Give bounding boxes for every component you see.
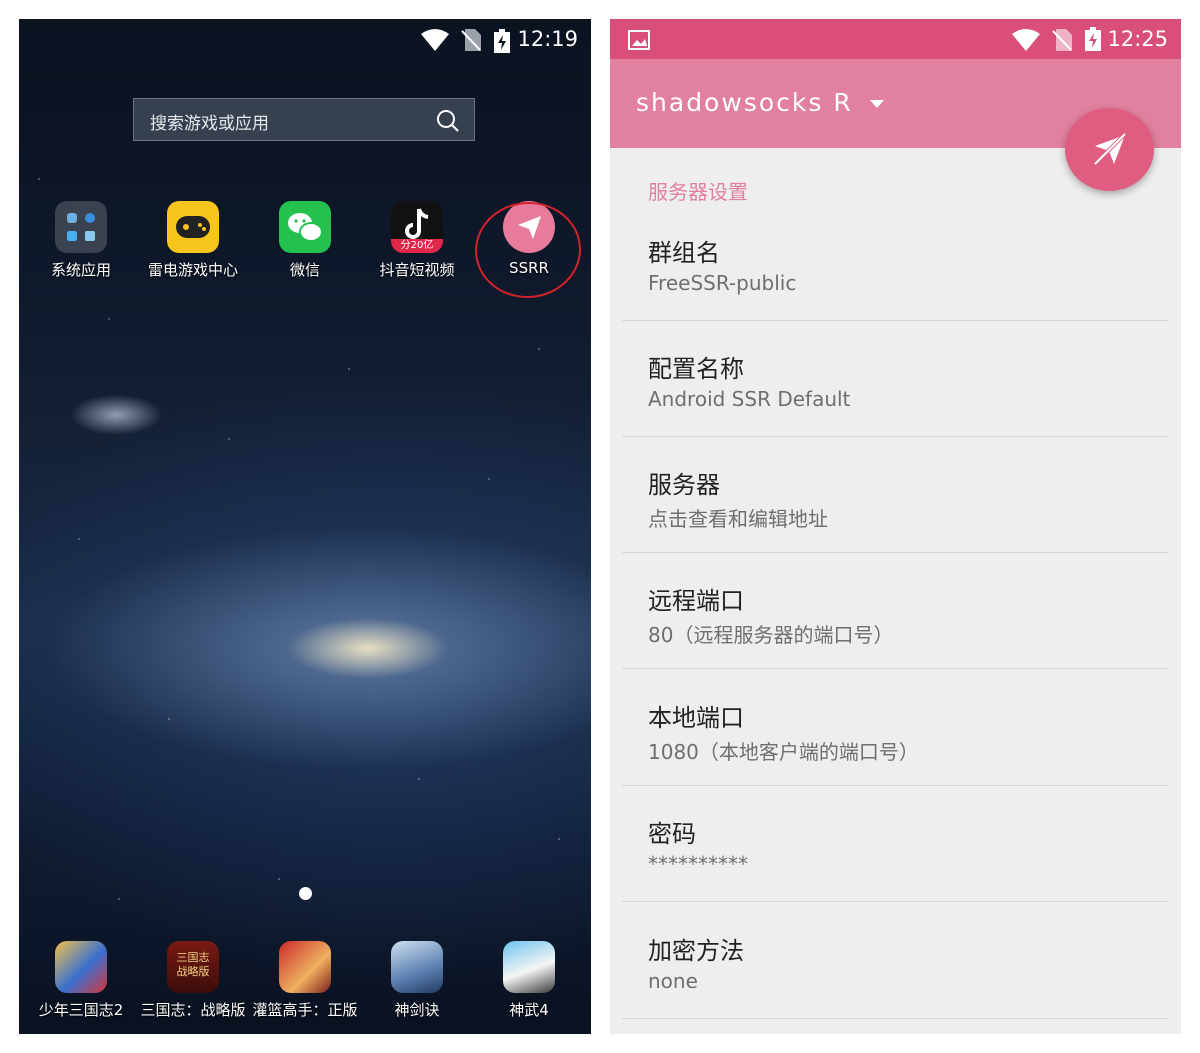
wifi-icon [1012,29,1040,51]
no-sim-icon [461,29,481,51]
no-sim-icon [1052,29,1072,51]
app-label: 少年三国志2 [38,1001,124,1019]
profile-selector[interactable]: shadowsocks R [636,88,853,117]
battery-charging-icon [1085,27,1101,51]
screenshot-icon [628,30,650,50]
search-bar[interactable]: 搜索游戏或应用 [133,98,475,141]
app-wechat[interactable]: 微信 [249,201,361,280]
game-icon [279,941,331,993]
app-label: 雷电游戏中心 [147,261,238,279]
pref-title: 群组名 [648,239,720,267]
system-apps-folder-icon [55,201,107,253]
pref-remote-port[interactable]: 远程端口 80（远程服务器的端口号） [622,553,1168,669]
search-placeholder: 搜索游戏或应用 [150,114,269,134]
pref-group-name[interactable]: 群组名 FreeSSR-public [622,205,1168,321]
pref-summary: 80（远程服务器的端口号） [648,623,894,647]
pref-profile-name[interactable]: 配置名称 Android SSR Default [622,321,1168,437]
dock-app-1[interactable]: 少年三国志2 [25,941,137,1020]
pref-summary: Android SSR Default [648,387,851,411]
app-label: 三国志：战略版 [140,1001,246,1019]
game-icon [503,941,555,993]
paper-plane-off-icon [1091,130,1129,168]
search-icon[interactable] [436,109,460,133]
tiktok-icon: 分20亿 [391,201,443,253]
pref-title: 密码 [648,820,696,848]
wifi-icon [421,29,449,51]
pref-title: 本地端口 [648,704,744,732]
sanguo-icon-mark: 三国志 战略版 [176,951,210,978]
wechat-icon [279,201,331,253]
game-icon: 三国志 战略版 [167,941,219,993]
pref-summary: none [648,969,698,993]
game-icon [391,941,443,993]
app-game-center[interactable]: 雷电游戏中心 [137,201,249,280]
wallpaper [19,19,591,1034]
pref-summary: 1080（本地客户端的端口号） [648,740,919,764]
app-label: 微信 [289,261,320,279]
dock-app-3[interactable]: 灌篮高手：正版 [249,941,361,1020]
app-system-apps[interactable]: 系统应用 [25,201,137,280]
pref-title: 加密方法 [648,937,744,965]
app-label: 神剑诀 [394,1001,440,1019]
dock-app-4[interactable]: 神剑诀 [361,941,473,1020]
app-label: 神武4 [509,1001,549,1019]
pref-title: 配置名称 [648,355,744,383]
app-label: 系统应用 [50,261,111,279]
pref-title: 服务器 [648,471,720,499]
page-indicator [299,887,312,900]
pref-summary: 点击查看和编辑地址 [648,507,828,531]
status-bar: 12:25 [610,19,1181,59]
dock-app-2[interactable]: 三国志 战略版 三国志：战略版 [137,941,249,1020]
pref-server[interactable]: 服务器 点击查看和编辑地址 [622,437,1168,553]
pref-local-port[interactable]: 本地端口 1080（本地客户端的端口号） [622,670,1168,786]
pref-summary: FreeSSR-public [648,271,797,295]
dock-app-5[interactable]: 神武4 [473,941,585,1020]
home-screen: 12:19 搜索游戏或应用 系统应用 雷电游戏中心 微信 分20亿 抖音短视频 [19,19,591,1034]
douyin-badge: 分20亿 [391,239,443,253]
app-douyin[interactable]: 分20亿 抖音短视频 [361,201,473,280]
app-label: 灌篮高手：正版 [252,1001,358,1019]
ssr-settings-screen: 12:25 shadowsocks R 服务器设置 群组名 FreeSSR-pu… [610,19,1181,1034]
status-time: 12:25 [1107,27,1168,51]
chevron-down-icon[interactable] [870,100,884,108]
gamepad-icon [167,201,219,253]
connect-fab-button[interactable] [1065,108,1154,191]
app-label: 抖音短视频 [379,261,455,279]
status-bar: 12:19 [19,19,591,59]
pref-encrypt-method[interactable]: 加密方法 none [622,903,1168,1019]
game-icon [55,941,107,993]
battery-charging-icon [494,29,510,53]
pref-title: 远程端口 [648,587,744,615]
section-header-server-settings: 服务器设置 [648,180,748,204]
pref-password[interactable]: 密码 ********** [622,786,1168,902]
status-time: 12:19 [517,27,578,51]
pref-summary: ********** [648,852,748,876]
